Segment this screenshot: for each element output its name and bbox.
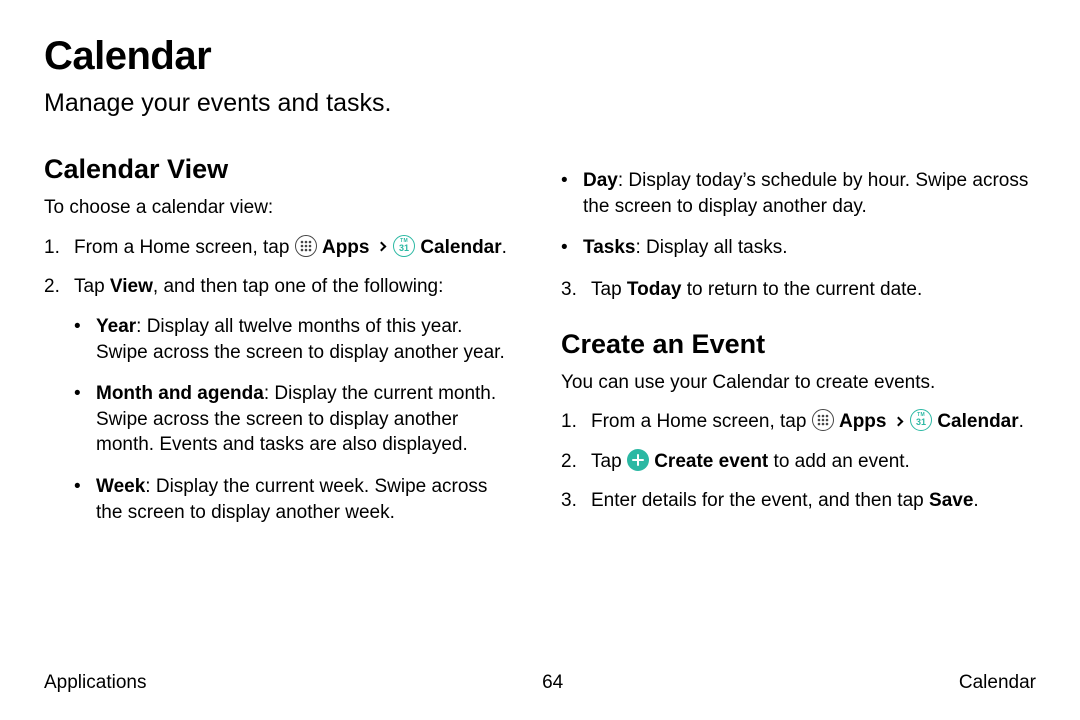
step-text: Enter details for the event, and then ta… (591, 490, 929, 511)
view-label: View (110, 276, 153, 297)
footer-right: Calendar (959, 672, 1036, 694)
step-text: to add an event. (768, 451, 910, 472)
list-item: Tasks: Display all tasks. (561, 235, 1036, 261)
apps-label: Apps (839, 411, 887, 432)
steps-list-continued: Tap Today to return to the current date. (561, 277, 1036, 303)
save-label: Save (929, 490, 973, 511)
option-label: Month and agenda (96, 383, 264, 404)
option-label: Day (583, 170, 618, 191)
apps-label: Apps (322, 237, 370, 258)
option-text: : Display the current week. Swipe across… (96, 476, 487, 523)
section-heading-create-event: Create an Event (561, 329, 1036, 360)
step-item: From a Home screen, tap Apps TM 31 Calen… (44, 235, 519, 261)
step-item: Tap View, and then tap one of the follow… (44, 274, 519, 525)
apps-icon (812, 409, 834, 431)
step-text: . (1019, 411, 1024, 432)
section-create-event: Create an Event You can use your Calenda… (561, 329, 1036, 515)
option-label: Week (96, 476, 145, 497)
option-label: Year (96, 316, 136, 337)
footer-left: Applications (44, 672, 146, 694)
view-options-list-continued: Day: Display today’s schedule by hour. S… (561, 168, 1036, 261)
steps-list: From a Home screen, tap Apps TM 31 Calen… (561, 409, 1036, 514)
chevron-right-icon (376, 242, 386, 252)
step-text: From a Home screen, tap (591, 411, 812, 432)
steps-list: From a Home screen, tap Apps TM 31 Calen… (44, 235, 519, 526)
calendar-label: Calendar (937, 411, 1018, 432)
apps-icon (295, 235, 317, 257)
option-label: Tasks (583, 237, 635, 258)
step-item: Tap Today to return to the current date. (561, 277, 1036, 303)
column-left: Calendar View To choose a calendar view:… (44, 154, 519, 541)
section-intro: You can use your Calendar to create even… (561, 370, 1036, 396)
list-item: Week: Display the current week. Swipe ac… (74, 474, 519, 525)
page-footer: Applications 64 Calendar (44, 672, 1036, 694)
column-right: Day: Display today’s schedule by hour. S… (561, 154, 1036, 541)
page-title: Calendar (44, 34, 1036, 79)
calendar-label: Calendar (420, 237, 501, 258)
content-columns: Calendar View To choose a calendar view:… (44, 154, 1036, 541)
view-options-list: Year: Display all twelve months of this … (74, 314, 519, 525)
step-text: to return to the current date. (681, 279, 922, 300)
footer-page-number: 64 (542, 672, 563, 694)
page-subtitle: Manage your events and tasks. (44, 89, 1036, 118)
chevron-right-icon (893, 416, 903, 426)
step-item: Tap Create event to add an event. (561, 449, 1036, 475)
list-item: Year: Display all twelve months of this … (74, 314, 519, 365)
section-intro: To choose a calendar view: (44, 195, 519, 221)
step-item: From a Home screen, tap Apps TM 31 Calen… (561, 409, 1036, 435)
step-text: From a Home screen, tap (74, 237, 295, 258)
plus-icon (627, 449, 649, 471)
option-text: : Display all twelve months of this year… (96, 316, 505, 363)
section-heading-calendar-view: Calendar View (44, 154, 519, 185)
calendar-icon-day: 31 (916, 418, 926, 427)
option-text: : Display all tasks. (635, 237, 787, 258)
step-item: Enter details for the event, and then ta… (561, 488, 1036, 514)
step-text: . (973, 490, 978, 511)
step-text: Tap (591, 451, 627, 472)
step-text: . (502, 237, 507, 258)
list-item: Month and agenda: Display the current mo… (74, 381, 519, 458)
list-item: Day: Display today’s schedule by hour. S… (561, 168, 1036, 219)
calendar-icon: TM 31 (393, 235, 415, 257)
today-label: Today (627, 279, 682, 300)
step-text: Tap (591, 279, 627, 300)
step-text: , and then tap one of the following: (153, 276, 444, 297)
calendar-icon: TM 31 (910, 409, 932, 431)
calendar-icon-day: 31 (399, 244, 409, 253)
step-text: Tap (74, 276, 110, 297)
create-event-label: Create event (654, 451, 768, 472)
option-text: : Display today’s schedule by hour. Swip… (583, 170, 1028, 217)
